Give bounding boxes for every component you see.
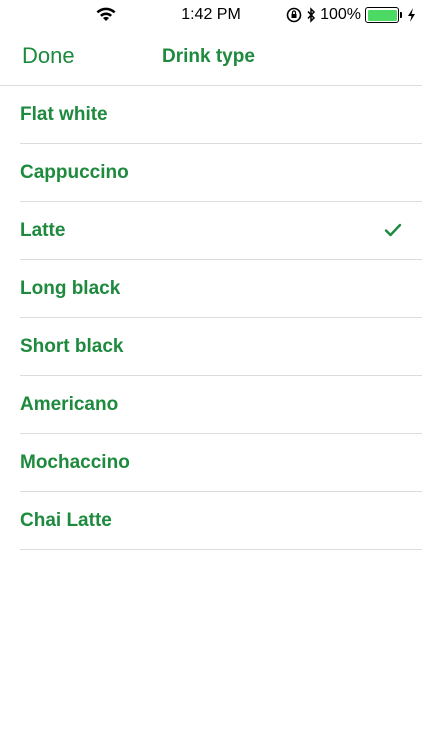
orientation-lock-icon [286,7,302,23]
drink-option-americano[interactable]: Americano [20,376,422,434]
drink-option-label: Cappuccino [20,162,129,183]
drink-option-label: Latte [20,220,66,241]
drink-option-label: Chai Latte [20,510,112,531]
drink-option-cappuccino[interactable]: Cappuccino [20,144,422,202]
drink-type-list: Flat white Cappuccino Latte Long black S… [0,86,422,550]
drink-option-flat-white[interactable]: Flat white [20,86,422,144]
drink-option-label: Flat white [20,104,108,125]
drink-option-mochaccino[interactable]: Mochaccino [20,434,422,492]
bluetooth-icon [307,7,316,23]
done-button[interactable]: Done [22,43,75,69]
drink-option-label: Americano [20,394,119,415]
status-bar: 1:42 PM 100% [0,0,422,30]
battery-icon [365,7,402,23]
battery-percent: 100% [320,6,361,23]
drink-option-latte[interactable]: Latte [20,202,422,260]
drink-option-label: Long black [20,278,121,299]
page-title: Drink type [162,46,255,67]
drink-option-label: Short black [20,336,124,357]
drink-option-short-black[interactable]: Short black [20,318,422,376]
drink-option-chai-latte[interactable]: Chai Latte [20,492,422,550]
checkmark-icon [384,223,402,237]
charging-icon [408,8,415,22]
status-right-group: 100% [286,5,416,25]
drink-option-long-black[interactable]: Long black [20,260,422,318]
navigation-bar: Done Drink type [0,30,422,86]
drink-option-label: Mochaccino [20,452,130,473]
